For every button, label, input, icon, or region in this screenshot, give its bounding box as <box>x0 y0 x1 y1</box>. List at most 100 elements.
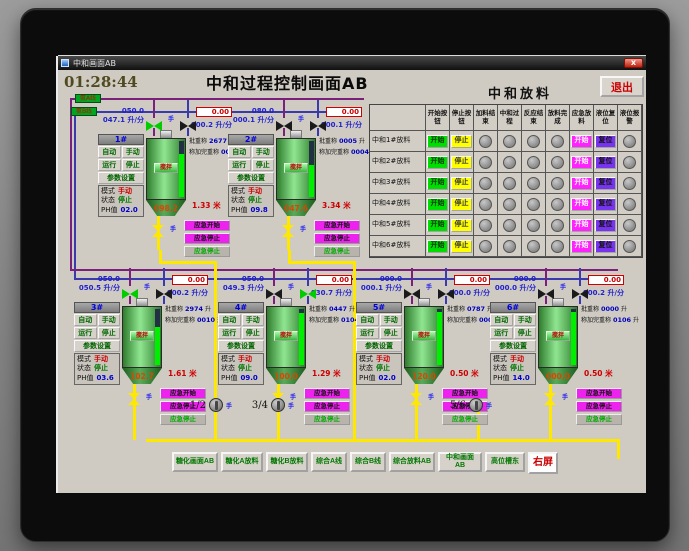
inlet-valve-icon[interactable] <box>122 284 138 299</box>
inlet-valve-icon[interactable] <box>146 116 162 131</box>
emergency-discharge-button[interactable]: 开始 <box>571 218 592 232</box>
discharge-valve-icon[interactable] <box>282 222 294 237</box>
emergency-start-button[interactable]: 应急开始 <box>314 220 360 231</box>
stop-button[interactable]: 停止 <box>451 176 472 190</box>
pump-icon[interactable] <box>469 398 483 412</box>
emergency-discharge-button[interactable]: 开始 <box>571 239 592 253</box>
stop-button[interactable]: 停止 <box>379 327 402 339</box>
level-reset-button[interactable]: 复位 <box>595 197 616 211</box>
params-button[interactable]: 参数设置 <box>98 172 144 184</box>
bottom-nav-button[interactable]: 综合B线 <box>350 452 386 472</box>
emergency-stop-button[interactable]: 应急停止 <box>314 233 360 244</box>
manual-button[interactable]: 手动 <box>379 314 402 326</box>
emergency-stop-disabled-button[interactable]: 应急停止 <box>304 414 350 425</box>
stop-button[interactable]: 停止 <box>451 134 472 148</box>
emergency-stop-button[interactable]: 应急停止 <box>304 401 350 412</box>
agitator-button[interactable]: 搅拌 <box>284 163 308 173</box>
manual-button[interactable]: 手动 <box>513 314 536 326</box>
level-reset-button[interactable]: 复位 <box>595 176 616 190</box>
emergency-start-button[interactable]: 应急开始 <box>576 388 622 399</box>
emergency-stop-disabled-button[interactable]: 应急停止 <box>576 414 622 425</box>
pump-icon[interactable] <box>271 398 285 412</box>
agitator-button[interactable]: 搅拌 <box>130 331 154 341</box>
start-button[interactable]: 开始 <box>427 155 448 169</box>
bottom-nav-button[interactable]: 右屏 <box>528 452 558 474</box>
discharge-valve-icon[interactable] <box>128 390 140 405</box>
params-button[interactable]: 参数设置 <box>218 340 264 352</box>
stop-button[interactable]: 停止 <box>513 327 536 339</box>
stop-button[interactable]: 停止 <box>121 159 144 171</box>
inlet-valve-icon[interactable] <box>310 116 326 131</box>
emergency-discharge-button[interactable]: 开始 <box>571 176 592 190</box>
run-button[interactable]: 运行 <box>228 159 251 171</box>
emergency-discharge-button[interactable]: 开始 <box>571 197 592 211</box>
stop-button[interactable]: 停止 <box>451 155 472 169</box>
close-icon[interactable]: x <box>624 58 643 68</box>
inlet-valve-icon[interactable] <box>438 284 454 299</box>
inlet-valve-icon[interactable] <box>404 284 420 299</box>
discharge-valve-icon[interactable] <box>544 390 556 405</box>
params-button[interactable]: 参数设置 <box>228 172 274 184</box>
emergency-stop-disabled-button[interactable]: 应急停止 <box>184 246 230 257</box>
discharge-valve-icon[interactable] <box>152 222 164 237</box>
params-button[interactable]: 参数设置 <box>490 340 536 352</box>
agitator-button[interactable]: 搅拌 <box>274 331 298 341</box>
params-button[interactable]: 参数设置 <box>74 340 120 352</box>
pump-icon[interactable] <box>209 398 223 412</box>
emergency-stop-button[interactable]: 应急停止 <box>576 401 622 412</box>
start-button[interactable]: 开始 <box>427 176 448 190</box>
agitator-button[interactable]: 搅拌 <box>546 331 570 341</box>
auto-button[interactable]: 自动 <box>490 314 513 326</box>
stop-button[interactable]: 停止 <box>451 197 472 211</box>
manual-button[interactable]: 手动 <box>97 314 120 326</box>
bottom-nav-button[interactable]: 综合放料AB <box>389 452 435 472</box>
emergency-discharge-button[interactable]: 开始 <box>571 134 592 148</box>
emergency-stop-disabled-button[interactable]: 应急停止 <box>314 246 360 257</box>
exit-button[interactable]: 退出 <box>600 76 644 97</box>
start-button[interactable]: 开始 <box>427 134 448 148</box>
discharge-valve-icon[interactable] <box>410 390 422 405</box>
inlet-valve-icon[interactable] <box>300 284 316 299</box>
run-button[interactable]: 运行 <box>74 327 97 339</box>
auto-button[interactable]: 自动 <box>98 146 121 158</box>
inlet-valve-icon[interactable] <box>156 284 172 299</box>
run-button[interactable]: 运行 <box>356 327 379 339</box>
auto-button[interactable]: 自动 <box>356 314 379 326</box>
stop-button[interactable]: 停止 <box>251 159 274 171</box>
agitator-button[interactable]: 搅拌 <box>412 331 436 341</box>
stop-button[interactable]: 停止 <box>451 218 472 232</box>
manual-button[interactable]: 手动 <box>241 314 264 326</box>
inlet-valve-icon[interactable] <box>538 284 554 299</box>
start-button[interactable]: 开始 <box>427 218 448 232</box>
bottom-nav-button[interactable]: 中和画面AB <box>438 452 482 472</box>
params-button[interactable]: 参数设置 <box>356 340 402 352</box>
emergency-start-button[interactable]: 应急开始 <box>184 220 230 231</box>
stop-button[interactable]: 停止 <box>241 327 264 339</box>
stop-button[interactable]: 停止 <box>97 327 120 339</box>
run-button[interactable]: 运行 <box>218 327 241 339</box>
start-button[interactable]: 开始 <box>427 197 448 211</box>
run-button[interactable]: 运行 <box>490 327 513 339</box>
stop-button[interactable]: 停止 <box>451 239 472 253</box>
agitator-button[interactable]: 搅拌 <box>154 163 178 173</box>
bottom-nav-button[interactable]: 综合A线 <box>311 452 347 472</box>
emergency-discharge-button[interactable]: 开始 <box>571 155 592 169</box>
start-button[interactable]: 开始 <box>427 239 448 253</box>
inlet-valve-icon[interactable] <box>180 116 196 131</box>
bottom-nav-button[interactable]: 糖化B放料 <box>266 452 308 472</box>
bottom-nav-button[interactable]: 高位槽东 <box>485 452 525 472</box>
level-reset-button[interactable]: 复位 <box>595 218 616 232</box>
manual-button[interactable]: 手动 <box>121 146 144 158</box>
emergency-stop-disabled-button[interactable]: 应急停止 <box>442 414 488 425</box>
bottom-nav-button[interactable]: 糖化画面AB <box>172 452 218 472</box>
emergency-stop-button[interactable]: 应急停止 <box>184 233 230 244</box>
auto-button[interactable]: 自动 <box>218 314 241 326</box>
auto-button[interactable]: 自动 <box>228 146 251 158</box>
auto-button[interactable]: 自动 <box>74 314 97 326</box>
inlet-valve-icon[interactable] <box>572 284 588 299</box>
bottom-nav-button[interactable]: 糖化A放料 <box>221 452 263 472</box>
inlet-valve-icon[interactable] <box>266 284 282 299</box>
emergency-start-button[interactable]: 应急开始 <box>304 388 350 399</box>
manual-button[interactable]: 手动 <box>251 146 274 158</box>
level-reset-button[interactable]: 复位 <box>595 134 616 148</box>
